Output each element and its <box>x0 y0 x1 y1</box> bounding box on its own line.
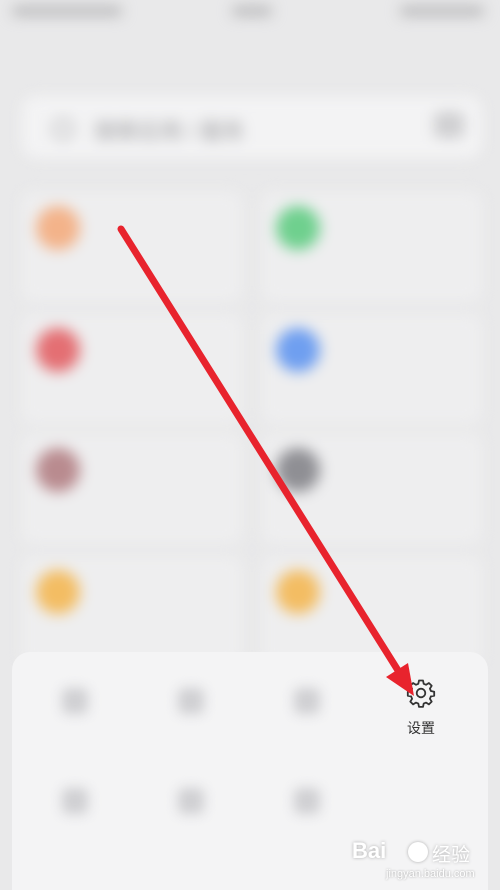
baidu-jingyan-watermark: Bai 经验 jingyan.baidu.com <box>352 836 492 886</box>
arrow-shaft <box>117 225 408 684</box>
watermark-url: jingyan.baidu.com <box>386 868 475 880</box>
watermark-product: 经验 <box>432 845 471 866</box>
watermark-brand: Bai <box>352 838 387 863</box>
paw-icon <box>408 842 428 862</box>
annotation-arrow <box>117 225 414 696</box>
